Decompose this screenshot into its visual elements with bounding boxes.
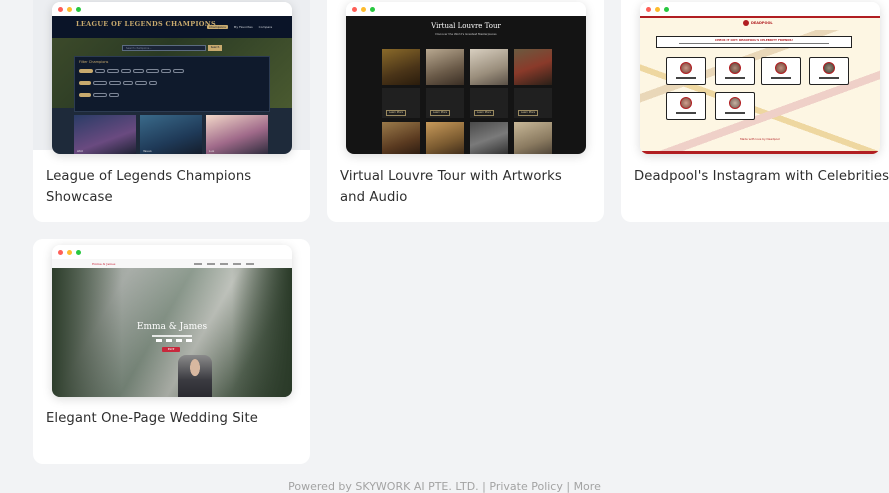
- browser-toolbar: [52, 245, 292, 259]
- minimize-dot-icon: [361, 6, 366, 12]
- louvre-subheading: Discover the World's Greatest Masterpiec…: [435, 32, 497, 36]
- louvre-heading: Virtual Louvre Tour: [431, 22, 501, 30]
- lol-nav-item: Champions: [207, 25, 228, 29]
- lol-champion-card: Yasuo: [140, 115, 202, 154]
- maximize-dot-icon: [76, 6, 81, 12]
- maximize-dot-icon: [370, 6, 375, 12]
- page-footer[interactable]: Powered by SKYWORK AI PTE. LTD. | Privat…: [0, 480, 889, 493]
- minimize-dot-icon: [67, 249, 72, 255]
- minimize-dot-icon: [655, 6, 660, 12]
- lol-heading: LEAGUE OF LEGENDS CHAMPIONS: [76, 20, 216, 28]
- card-title[interactable]: Elegant One-Page Wedding Site: [46, 408, 296, 429]
- close-dot-icon: [646, 6, 651, 12]
- card-thumbnail[interactable]: Virtual Louvre Tour Discover the World's…: [327, 0, 604, 154]
- lol-champion-card: Lux: [206, 115, 268, 154]
- lol-screen: LEAGUE OF LEGENDS CHAMPIONS Champions My…: [52, 16, 292, 154]
- celebrity-card: [715, 92, 755, 120]
- project-card-lol[interactable]: LEAGUE OF LEGENDS CHAMPIONS Champions My…: [33, 0, 310, 222]
- browser-toolbar: [52, 2, 292, 16]
- louvre-button: Learn More: [430, 110, 450, 116]
- browser-preview: Emma & James Emma & James RSVP: [52, 245, 292, 397]
- card-title[interactable]: Virtual Louvre Tour with Artworks and Au…: [340, 166, 590, 208]
- card-thumbnail[interactable]: DEADPOOL CHECK IT OUT: DEADPOOL'S CELEBR…: [621, 0, 889, 154]
- deadpool-footer: Made with love by Deadpool: [740, 137, 780, 141]
- card-thumbnail[interactable]: LEAGUE OF LEGENDS CHAMPIONS Champions My…: [33, 0, 310, 154]
- close-dot-icon: [58, 6, 63, 12]
- lol-search-button: Search: [208, 45, 222, 51]
- browser-preview: DEADPOOL CHECK IT OUT: DEADPOOL'S CELEBR…: [640, 2, 880, 154]
- close-dot-icon: [58, 249, 63, 255]
- deadpool-screen: DEADPOOL CHECK IT OUT: DEADPOOL'S CELEBR…: [640, 16, 880, 154]
- lol-filter-panel: Filter Champions: [74, 56, 270, 112]
- browser-preview: Virtual Louvre Tour Discover the World's…: [346, 2, 586, 154]
- project-card-wedding[interactable]: Emma & James Emma & James RSVP Elegant O…: [33, 239, 310, 464]
- project-card-louvre[interactable]: Virtual Louvre Tour Discover the World's…: [327, 0, 604, 222]
- minimize-dot-icon: [67, 6, 72, 12]
- maximize-dot-icon: [76, 249, 81, 255]
- wedding-couple-photo: [178, 355, 212, 397]
- lol-nav-item: My Favorites: [233, 25, 253, 29]
- celebrity-card: [666, 57, 706, 85]
- wedding-brand: Emma & James: [92, 262, 116, 266]
- deadpool-logo-icon: [743, 20, 749, 26]
- browser-toolbar: [346, 2, 586, 16]
- celebrity-card: [809, 57, 849, 85]
- wedding-couple-names: Emma & James: [136, 322, 208, 332]
- card-thumbnail[interactable]: Emma & James Emma & James RSVP: [33, 239, 310, 399]
- card-title[interactable]: Deadpool's Instagram with Celebrities: [634, 166, 889, 187]
- wedding-rsvp-button: RSVP: [162, 347, 180, 352]
- project-card-deadpool[interactable]: DEADPOOL CHECK IT OUT: DEADPOOL'S CELEBR…: [621, 0, 889, 222]
- louvre-button: Learn More: [386, 110, 406, 116]
- celebrity-card: [715, 57, 755, 85]
- celebrity-card: [761, 57, 801, 85]
- louvre-button: Learn More: [474, 110, 494, 116]
- wedding-screen: Emma & James Emma & James RSVP: [52, 259, 292, 397]
- louvre-button: Learn More: [518, 110, 538, 116]
- browser-toolbar: [640, 2, 880, 16]
- close-dot-icon: [352, 6, 357, 12]
- deadpool-banner: CHECK IT OUT: DEADPOOL'S CELEBRITY FRIEN…: [656, 36, 852, 48]
- browser-preview: LEAGUE OF LEGENDS CHAMPIONS Champions My…: [52, 2, 292, 154]
- louvre-screen: Virtual Louvre Tour Discover the World's…: [346, 16, 586, 154]
- lol-search-input: Search champions...: [122, 45, 206, 51]
- lol-nav-item: Compare: [258, 25, 273, 29]
- maximize-dot-icon: [664, 6, 669, 12]
- deadpool-brand: DEADPOOL: [751, 21, 773, 25]
- celebrity-card: [666, 92, 706, 120]
- lol-champion-card: Ahri: [74, 115, 136, 154]
- card-title[interactable]: League of Legends Champions Showcase: [46, 166, 276, 208]
